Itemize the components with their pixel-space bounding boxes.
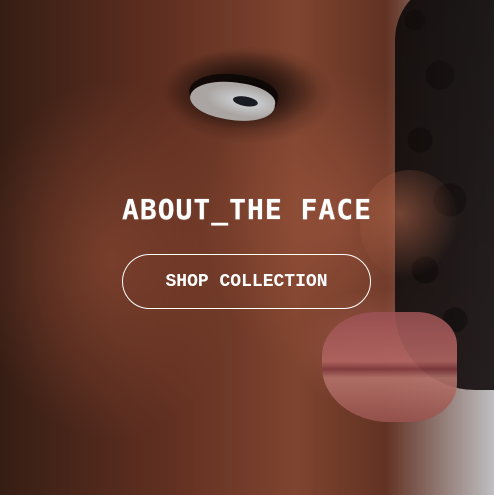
hero-title: ABOUT_THE FACE [121,193,372,226]
hero-banner: ABOUT_THE FACE SHOP COLLECTION [0,0,494,495]
image-overlay [0,0,494,495]
shop-collection-button[interactable]: SHOP COLLECTION [122,254,371,309]
